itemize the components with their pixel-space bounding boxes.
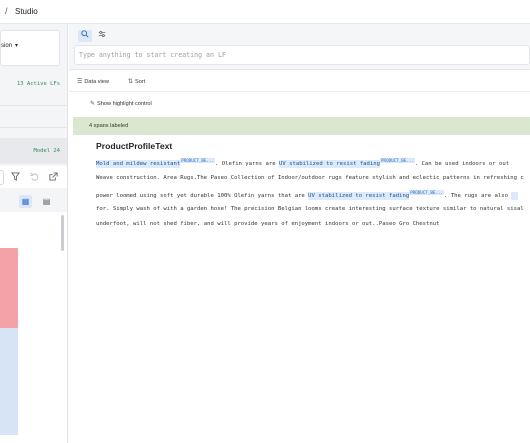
labeled-span[interactable]: Mold and mildew resistant — [96, 160, 181, 168]
view-bar: ☰ Data view ⇅ Sort — [69, 72, 530, 92]
document-line: for. Simply wash of with a garden hose! … — [96, 206, 524, 212]
document-title: ProductProfileText — [96, 141, 173, 151]
document-line: Weave construction. Area Rugs.The Paseo … — [96, 175, 524, 181]
document-text: . Can be used indoors or out — [414, 161, 510, 167]
lf-search-box[interactable] — [0, 170, 4, 185]
top-bar: / Studio — [0, 0, 530, 24]
filter-icon[interactable] — [11, 172, 20, 183]
chart-bar-positive — [0, 328, 18, 435]
span-label-tag: PRODUCT_BE... — [380, 158, 415, 163]
lf-toolbar — [0, 166, 67, 188]
model-row[interactable]: Model 24 — [0, 138, 67, 164]
span-label-tag: PRODUCT_BE... — [409, 190, 444, 195]
highlight-icon: ✎ — [90, 101, 96, 107]
lf-selector-card[interactable]: sion ▾ — [0, 30, 60, 66]
spans-labeled-banner: 4 spans labeled — [73, 117, 530, 135]
data-view-icon: ☰ — [77, 79, 83, 85]
document-text: . Olefin yarns are — [214, 161, 279, 167]
show-highlight-control[interactable]: ✎ Show highlight control — [90, 100, 152, 107]
breadcrumb-separator: / — [5, 6, 8, 16]
scrollbar[interactable] — [61, 215, 64, 251]
sort-button[interactable]: ⇅ Sort — [128, 78, 145, 85]
show-highlight-label: Show highlight control — [97, 101, 152, 107]
document-line: underfoot, will not shed fiber, and will… — [96, 221, 440, 227]
sort-icon: ⇅ — [128, 79, 134, 85]
document-line: power loomed using soft yet durable 100%… — [96, 190, 519, 200]
spans-labeled-text: 4 spans labeled — [89, 123, 129, 129]
undo-icon[interactable] — [30, 172, 39, 183]
model-label: Model 24 — [33, 148, 61, 154]
document-text: . The rugs are also — [444, 193, 512, 199]
span-label-tag: PRODUCT_BE... — [180, 158, 215, 163]
divider — [0, 105, 67, 106]
document-text: power loomed using soft yet durable 100%… — [96, 193, 309, 199]
breadcrumb-studio[interactable]: Studio — [15, 7, 38, 16]
left-panel: sion ▾ 13 Active LFs Model 24 ▦ ▤ — [0, 24, 68, 443]
data-view-label: Data view — [84, 79, 109, 85]
data-view-button[interactable]: ☰ Data view — [77, 78, 109, 85]
main-panel: Type anything to start creating an LF ☰ D… — [69, 24, 530, 443]
table-view-icon[interactable]: ▤ — [40, 195, 53, 208]
lf-search-area: Type anything to start creating an LF — [69, 24, 530, 70]
divider — [0, 127, 67, 128]
labeled-span-cutoff[interactable] — [511, 192, 519, 200]
search-icon[interactable] — [78, 30, 92, 42]
export-icon[interactable] — [49, 172, 58, 183]
settings-sliders-icon[interactable] — [95, 30, 109, 42]
active-lfs-count: 13 Active LFs — [16, 81, 60, 87]
labeled-span[interactable]: UV stabilized to resist fading — [308, 192, 410, 200]
view-toggle: ▦ ▤ — [0, 192, 67, 212]
chevron-down-icon[interactable]: ▾ — [15, 42, 18, 49]
labeled-span[interactable]: UV stabilized to resist fading — [278, 160, 381, 168]
chart-bar-negative — [0, 248, 18, 328]
lf-search-input[interactable]: Type anything to start creating an LF — [74, 45, 530, 65]
lf-selector-label: sion — [1, 43, 13, 49]
sort-label: Sort — [135, 79, 146, 85]
grid-view-icon[interactable]: ▦ — [19, 195, 32, 208]
document-line: Mold and mildew resistantPRODUCT_BE.... … — [96, 158, 510, 168]
